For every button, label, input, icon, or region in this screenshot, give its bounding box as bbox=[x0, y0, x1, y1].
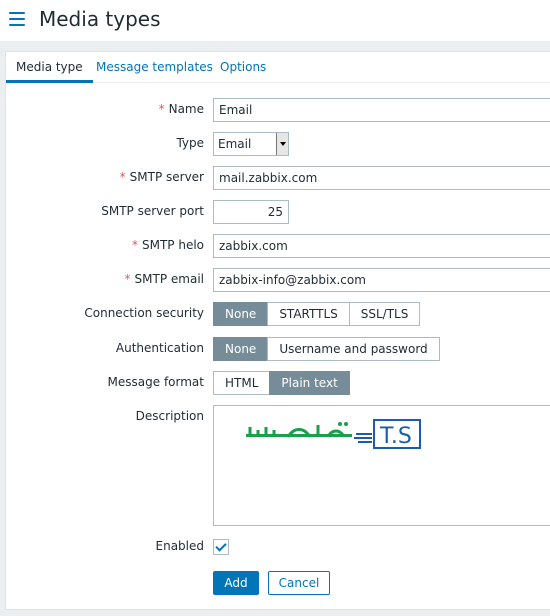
page-header: Media types bbox=[0, 0, 550, 41]
message-format-toggle: HTML Plain text bbox=[213, 371, 350, 395]
name-label: * Name bbox=[158, 102, 204, 116]
type-select[interactable]: Email bbox=[213, 132, 289, 156]
name-input[interactable]: Email bbox=[213, 98, 550, 122]
type-select-value: Email bbox=[218, 137, 252, 151]
description-textarea[interactable]: T.S bbox=[213, 405, 550, 526]
required-asterisk: * bbox=[158, 102, 165, 116]
svg-text:T.S: T.S bbox=[379, 424, 412, 449]
hamburger-menu-icon[interactable] bbox=[9, 12, 25, 26]
form-card: Media type Message templates Options * Na… bbox=[5, 51, 550, 610]
required-asterisk: * bbox=[124, 272, 131, 286]
description-row: Description T.S bbox=[6, 405, 550, 526]
required-asterisk: * bbox=[119, 170, 126, 184]
form-buttons-row: Add Cancel bbox=[6, 571, 550, 595]
type-row: Type Email bbox=[6, 132, 550, 156]
connection-security-row: Connection security None STARTTLS SSL/TL… bbox=[6, 302, 550, 326]
smtp-helo-row: * SMTP helo zabbix.com bbox=[6, 234, 550, 258]
connection-security-ssltls-option[interactable]: SSL/TLS bbox=[348, 302, 421, 326]
enabled-label: Enabled bbox=[155, 539, 205, 553]
tab-media-type[interactable]: Media type bbox=[6, 52, 93, 83]
connection-security-label: Connection security bbox=[84, 306, 204, 320]
message-format-plain-text-option[interactable]: Plain text bbox=[269, 371, 350, 395]
smtp-email-input[interactable]: zabbix-info@zabbix.com bbox=[213, 268, 550, 292]
name-row: * Name Email bbox=[6, 98, 550, 122]
dropdown-arrow-icon bbox=[276, 133, 288, 155]
cancel-button[interactable]: Cancel bbox=[268, 571, 330, 595]
authentication-toggle: None Username and password bbox=[213, 337, 440, 361]
tehran-server-logo: T.S bbox=[246, 419, 421, 449]
enabled-checkbox[interactable] bbox=[213, 539, 229, 555]
smtp-port-row: SMTP server port 25 bbox=[6, 200, 550, 224]
smtp-server-row: * SMTP server mail.zabbix.com bbox=[6, 166, 550, 190]
message-format-html-option[interactable]: HTML bbox=[213, 371, 271, 395]
connection-security-none-option[interactable]: None bbox=[213, 302, 269, 326]
message-format-row: Message format HTML Plain text bbox=[6, 371, 550, 395]
smtp-email-row: * SMTP email zabbix-info@zabbix.com bbox=[6, 268, 550, 292]
tab-message-templates[interactable]: Message templates bbox=[86, 52, 223, 83]
message-format-label: Message format bbox=[107, 375, 204, 389]
description-label: Description bbox=[135, 409, 204, 423]
smtp-helo-label: * SMTP helo bbox=[131, 238, 204, 252]
smtp-port-input[interactable]: 25 bbox=[213, 200, 289, 224]
tab-options[interactable]: Options bbox=[210, 52, 276, 83]
connection-security-starttls-option[interactable]: STARTTLS bbox=[267, 302, 350, 326]
authentication-none-option[interactable]: None bbox=[213, 337, 269, 361]
enabled-row: Enabled bbox=[6, 537, 550, 557]
tab-bar: Media type Message templates Options bbox=[6, 52, 550, 83]
connection-security-toggle: None STARTTLS SSL/TLS bbox=[213, 302, 421, 326]
authentication-username-password-option[interactable]: Username and password bbox=[267, 337, 440, 361]
smtp-server-label: * SMTP server bbox=[119, 170, 204, 184]
page-title: Media types bbox=[39, 7, 161, 31]
smtp-port-label: SMTP server port bbox=[101, 204, 204, 218]
required-asterisk: * bbox=[131, 238, 138, 252]
smtp-email-label: * SMTP email bbox=[124, 272, 204, 286]
smtp-server-input[interactable]: mail.zabbix.com bbox=[213, 166, 550, 190]
add-button[interactable]: Add bbox=[213, 571, 259, 595]
type-label: Type bbox=[176, 136, 204, 150]
authentication-label: Authentication bbox=[115, 341, 204, 355]
authentication-row: Authentication None Username and passwor… bbox=[6, 337, 550, 361]
smtp-helo-input[interactable]: zabbix.com bbox=[213, 234, 550, 258]
